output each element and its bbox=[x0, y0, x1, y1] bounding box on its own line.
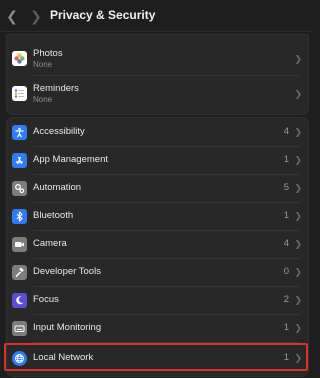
chevron-right-icon: ❯ bbox=[294, 54, 302, 64]
reminders-icon bbox=[12, 86, 27, 101]
list-item-label: App Management bbox=[33, 154, 108, 165]
globe-icon bbox=[12, 351, 27, 366]
camera-icon bbox=[12, 237, 27, 252]
chevron-right-icon: ❯ bbox=[294, 323, 302, 333]
list-item-automation[interactable]: Automation 5 ❯ bbox=[7, 174, 308, 202]
chevron-right-icon[interactable]: ❯ bbox=[29, 8, 43, 24]
privacy-apps-group: Photos None ❯ Reminders None ❯ bbox=[6, 34, 309, 115]
list-item-developer-tools[interactable]: Developer Tools 0 ❯ bbox=[7, 258, 308, 286]
chevron-right-icon: ❯ bbox=[294, 127, 302, 137]
list-item-reminders[interactable]: Reminders None ❯ bbox=[7, 76, 308, 110]
divider bbox=[33, 342, 300, 343]
accessibility-icon bbox=[12, 125, 27, 140]
list-item-label: Local Network bbox=[33, 352, 94, 363]
item-count: 4 bbox=[283, 238, 289, 249]
list-item-label: Accessibility bbox=[33, 126, 85, 137]
bluetooth-icon bbox=[12, 209, 27, 224]
item-count: 5 bbox=[283, 182, 289, 193]
gears-icon bbox=[12, 181, 27, 196]
toolbar-divider bbox=[0, 31, 313, 32]
list-item-camera[interactable]: Camera 4 ❯ bbox=[7, 230, 308, 258]
item-count: 1 bbox=[283, 322, 289, 333]
settings-window: ❮ ❯ Privacy & Security Photos None ❯ Rem… bbox=[0, 0, 313, 378]
photos-icon bbox=[12, 51, 27, 66]
keyboard-icon bbox=[12, 321, 27, 336]
item-count: 2 bbox=[283, 294, 289, 305]
list-item-input-monitoring[interactable]: Input Monitoring 1 ❯ bbox=[7, 314, 308, 342]
list-item-label: Automation bbox=[33, 182, 82, 193]
hammer-icon bbox=[12, 265, 27, 280]
chevron-right-icon: ❯ bbox=[294, 295, 302, 305]
moon-icon bbox=[12, 293, 27, 308]
chevron-right-icon: ❯ bbox=[294, 353, 302, 363]
chevron-right-icon: ❯ bbox=[294, 211, 302, 221]
chevron-right-icon: ❯ bbox=[294, 89, 302, 99]
list-item-label: Developer Tools bbox=[33, 266, 101, 277]
list-item-accessibility[interactable]: Accessibility 4 ❯ bbox=[7, 118, 308, 146]
item-count: 4 bbox=[283, 126, 289, 137]
list-item-label: Focus bbox=[33, 294, 59, 305]
item-count: 1 bbox=[283, 154, 289, 165]
chevron-right-icon: ❯ bbox=[294, 239, 302, 249]
list-item-photos[interactable]: Photos None ❯ bbox=[7, 41, 308, 75]
list-item-label: Camera bbox=[33, 238, 67, 249]
list-item-focus[interactable]: Focus 2 ❯ bbox=[7, 286, 308, 314]
chevron-right-icon: ❯ bbox=[294, 183, 302, 193]
page-title: Privacy & Security bbox=[50, 8, 156, 22]
item-count: 1 bbox=[283, 210, 289, 221]
item-count: 1 bbox=[283, 352, 289, 363]
chevron-right-icon: ❯ bbox=[294, 155, 302, 165]
list-item-app-management[interactable]: App Management 1 ❯ bbox=[7, 146, 308, 174]
toolbar: ❮ ❯ Privacy & Security bbox=[0, 0, 313, 32]
list-item-label: Input Monitoring bbox=[33, 322, 102, 333]
chevron-right-icon: ❯ bbox=[294, 267, 302, 277]
list-item-local-network[interactable]: Local Network 1 ❯ bbox=[7, 344, 308, 372]
chevron-left-icon[interactable]: ❮ bbox=[5, 8, 19, 24]
list-item-label: Photos bbox=[33, 48, 63, 59]
list-item-label: Reminders bbox=[33, 83, 79, 94]
list-item-bluetooth[interactable]: Bluetooth 1 ❯ bbox=[7, 202, 308, 230]
privacy-settings-group: Accessibility 4 ❯ App Management 1 ❯ Aut… bbox=[6, 117, 309, 377]
list-item-sublabel: None bbox=[33, 60, 53, 69]
item-count: 0 bbox=[283, 266, 289, 277]
list-item-label: Bluetooth bbox=[33, 210, 74, 221]
list-item-sublabel: None bbox=[33, 95, 53, 104]
app-store-icon bbox=[12, 153, 27, 168]
